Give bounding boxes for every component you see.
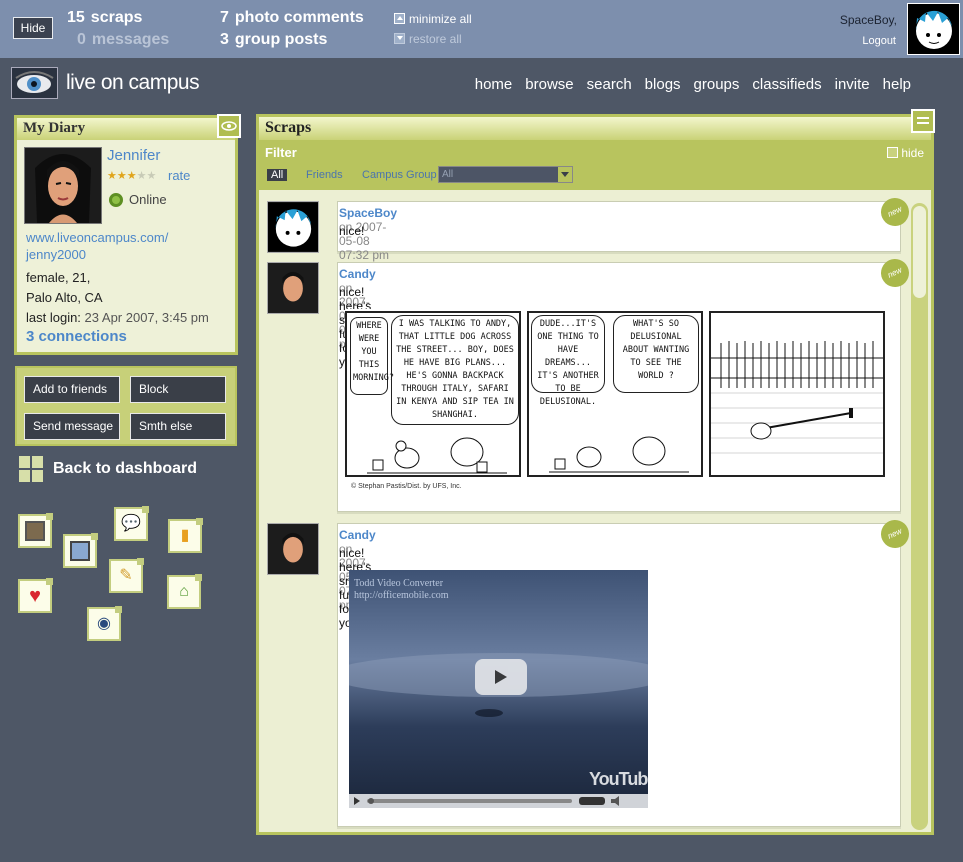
scraps-minimize-button[interactable]	[911, 109, 935, 133]
candy-avatar-icon	[268, 263, 318, 313]
nav-search[interactable]: search	[587, 76, 632, 93]
video-icon[interactable]: ◉	[87, 606, 122, 641]
filter-tab-all[interactable]: All	[267, 169, 288, 181]
nav-classifieds[interactable]: classifieds	[752, 76, 821, 93]
nav-blogs[interactable]: blogs	[645, 76, 681, 93]
comic-panel-3	[709, 311, 885, 477]
profile-photo[interactable]	[24, 147, 102, 224]
scraps-panel: Scraps Filter hide All Friends Campus Gr…	[256, 109, 935, 835]
filter-label: Filter	[265, 145, 297, 160]
nav-invite[interactable]: invite	[835, 76, 870, 93]
nav-groups[interactable]: groups	[694, 76, 740, 93]
post-avatar[interactable]	[267, 201, 319, 253]
candy-avatar-icon	[268, 524, 318, 574]
chevron-down-icon[interactable]	[558, 167, 572, 182]
messages-count[interactable]: 0 messages	[77, 31, 169, 49]
online-status-icon	[109, 193, 123, 207]
hide-toggle-icon	[887, 147, 899, 158]
profile-url[interactable]: www.liveoncampus.com/ jenny2000	[26, 229, 168, 263]
youtube-video-player[interactable]: Todd Video Converter http://officemobile…	[349, 570, 648, 808]
comic-panel-1: WHERE WERE YOU THIS MORNING? I WAS TALKI…	[345, 311, 521, 477]
profile-info: female, 21, Palo Alto, CA last login: 23…	[26, 270, 209, 325]
scraps-title: Scraps	[259, 117, 931, 140]
post-avatar[interactable]	[267, 262, 319, 314]
rat-pig-characters-icon	[367, 437, 507, 474]
eye-icon	[221, 121, 237, 131]
filter-hide-link[interactable]: hide	[887, 146, 924, 160]
nav-home[interactable]: home	[475, 76, 513, 93]
filter-bar: Filter hide All Friends Campus Group All	[259, 140, 931, 190]
smth-else-button[interactable]: Smth else	[130, 413, 226, 440]
spaceboy-avatar-icon	[908, 4, 959, 54]
add-to-friends-button[interactable]: Add to friends	[24, 376, 120, 403]
nav-browse[interactable]: browse	[525, 76, 573, 93]
campus-group-select[interactable]: All	[438, 166, 573, 183]
picture-icon[interactable]	[63, 533, 98, 568]
spaceboy-avatar-icon	[268, 202, 318, 252]
scrollbar[interactable]	[911, 203, 928, 830]
current-user-name: SpaceBoy,	[839, 13, 897, 27]
play-icon[interactable]	[475, 659, 527, 695]
block-button[interactable]: Block	[130, 376, 226, 403]
diary-title: My Diary	[17, 118, 235, 140]
video-controls[interactable]	[349, 794, 648, 808]
top-bar: Hide 15 scraps 0 messages 7 photo comments …	[0, 0, 963, 58]
photo-comments-count[interactable]: 7 photo comments	[220, 9, 364, 27]
heart-icon[interactable]: ♥	[18, 578, 53, 613]
rate-link[interactable]: rate	[168, 168, 190, 183]
chat-icon[interactable]: 💬	[114, 506, 149, 541]
minimize-lines-icon	[917, 117, 929, 124]
post-text: nice!	[339, 224, 365, 238]
connections-link[interactable]: 3 connections	[26, 328, 127, 345]
send-message-button[interactable]: Send message	[24, 413, 120, 440]
online-status: Online	[129, 192, 167, 207]
rat-pig-characters-icon	[549, 436, 689, 473]
logout-link[interactable]: Logout	[862, 35, 896, 47]
nav-help[interactable]: help	[883, 76, 911, 93]
profile-name[interactable]: Jennifer	[107, 147, 160, 164]
youtube-logo: YouTube	[589, 769, 648, 789]
restore-all-link[interactable]: restore all	[394, 32, 462, 46]
hide-button[interactable]: Hide	[13, 17, 53, 39]
logo-eye-icon[interactable]	[11, 67, 58, 99]
filter-tab-friends[interactable]: Friends	[306, 169, 343, 181]
house-icon[interactable]: ⌂	[167, 574, 202, 609]
post-author[interactable]: Candy	[339, 528, 376, 542]
post-card	[337, 201, 901, 252]
my-diary-panel: My Diary Jennifer ★★★★★ rate Online www.…	[14, 114, 241, 355]
fence-dog-scene-icon	[711, 341, 883, 454]
user-avatar[interactable]	[907, 3, 960, 55]
filter-tab-campus-group[interactable]: Campus Group	[362, 169, 437, 181]
minimize-all-link[interactable]: minimize all	[394, 12, 472, 26]
folder-icon[interactable]: ▮	[168, 518, 203, 553]
comic-panel-2: DUDE...IT'S ONE THING TO HAVE DREAMS... …	[527, 311, 703, 477]
main-nav: home browse search blogs groups classifi…	[475, 76, 911, 93]
photo-icon[interactable]	[18, 513, 53, 548]
scrollbar-thumb[interactable]	[913, 206, 926, 298]
post-avatar[interactable]	[267, 523, 319, 575]
video-title: Todd Video Converter http://officemobile…	[354, 578, 449, 601]
back-to-dashboard-link[interactable]: Back to dashboard	[19, 456, 197, 482]
diary-view-button[interactable]	[217, 114, 241, 138]
post-author[interactable]: Candy	[339, 267, 376, 281]
rating-stars[interactable]: ★★★★★	[107, 169, 156, 182]
minimize-icon	[394, 13, 405, 24]
notes-icon[interactable]: ✎	[109, 558, 144, 593]
site-logo[interactable]: live on campus	[66, 71, 200, 95]
post-author[interactable]: SpaceBoy	[339, 206, 397, 220]
comic-strip-image[interactable]: WHERE WERE YOU THIS MORNING? I WAS TALKI…	[345, 309, 890, 497]
profile-actions: Add to friends Block Send message Smth e…	[15, 366, 237, 446]
restore-icon	[394, 33, 405, 44]
group-posts-count[interactable]: 3 group posts	[220, 31, 327, 49]
dashboard-grid-icon	[19, 456, 44, 482]
scraps-count[interactable]: 15 scraps	[67, 9, 142, 27]
